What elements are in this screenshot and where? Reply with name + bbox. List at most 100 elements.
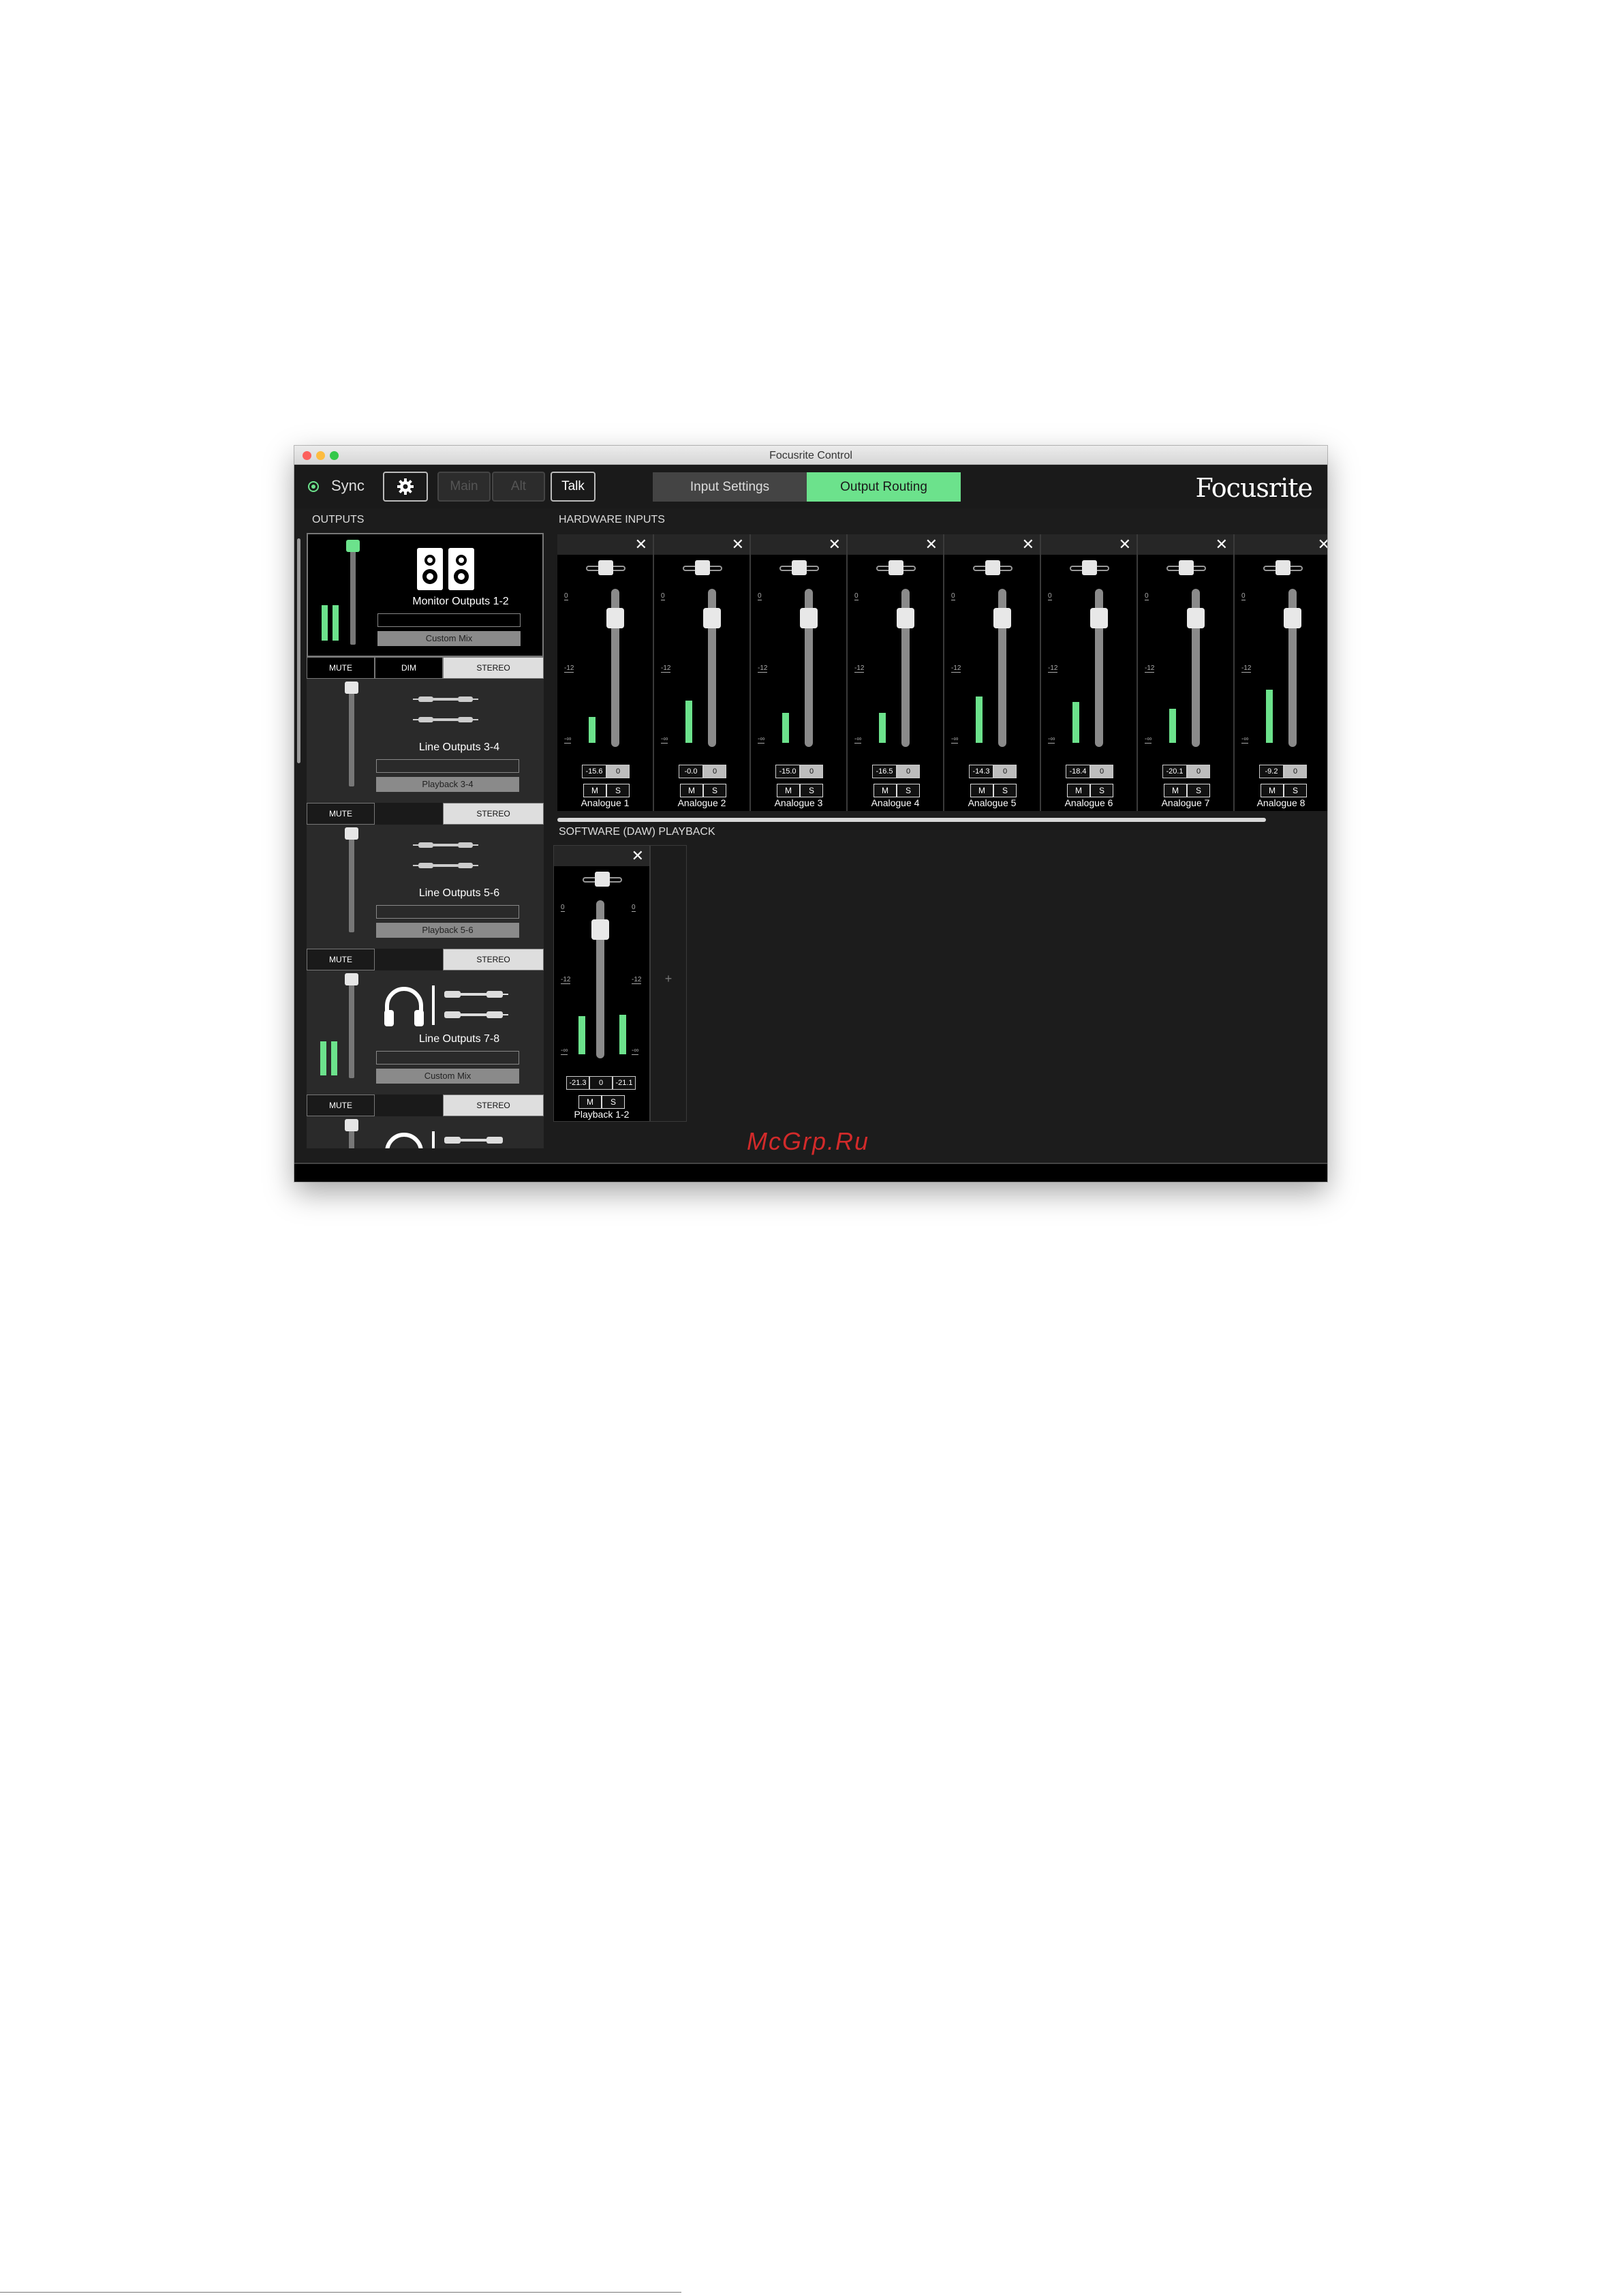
- output-name-field[interactable]: [376, 759, 519, 773]
- mute-button[interactable]: MUTE: [307, 949, 375, 970]
- pan-value[interactable]: 0: [993, 765, 1017, 778]
- output-card-line-7-8[interactable]: Line Outputs 7-8 Custom Mix: [307, 970, 544, 1095]
- pan-value[interactable]: 0: [897, 765, 920, 778]
- mute-button[interactable]: M: [680, 784, 703, 797]
- pan-value[interactable]: 0: [800, 765, 823, 778]
- stereo-button[interactable]: STEREO: [443, 949, 544, 970]
- output-fader-handle[interactable]: [345, 827, 358, 840]
- close-icon[interactable]: ✕: [1318, 534, 1327, 555]
- output-card-line-5-6[interactable]: Line Outputs 5-6 Playback 5-6: [307, 825, 544, 949]
- pan-value[interactable]: 0: [703, 765, 726, 778]
- solo-button[interactable]: S: [602, 1095, 625, 1109]
- tab-input-settings[interactable]: Input Settings: [653, 472, 807, 502]
- pan-handle[interactable]: [985, 560, 1000, 575]
- pan-value[interactable]: 0: [1090, 765, 1113, 778]
- mute-button[interactable]: M: [874, 784, 897, 797]
- level-value[interactable]: -18.4: [1066, 765, 1090, 778]
- close-icon[interactable]: ✕: [732, 534, 744, 555]
- output-card-partial[interactable]: [307, 1116, 544, 1148]
- output-name-field[interactable]: [376, 1051, 519, 1065]
- pan-value[interactable]: 0: [589, 1076, 613, 1090]
- mute-button[interactable]: M: [1067, 784, 1090, 797]
- pan-handle[interactable]: [598, 560, 613, 575]
- output-source-select[interactable]: Custom Mix: [376, 1069, 519, 1084]
- fader-handle[interactable]: [606, 608, 624, 628]
- mute-button[interactable]: MUTE: [307, 657, 375, 679]
- close-icon[interactable]: ✕: [1216, 534, 1228, 555]
- pan-value[interactable]: 0: [1187, 765, 1210, 778]
- mute-button[interactable]: M: [578, 1095, 602, 1109]
- output-fader-handle[interactable]: [345, 682, 358, 694]
- fader-handle[interactable]: [1284, 608, 1301, 628]
- level-value[interactable]: -15.0: [775, 765, 800, 778]
- stereo-button[interactable]: STEREO: [443, 803, 544, 825]
- add-channel-slot[interactable]: +: [650, 845, 687, 1122]
- output-source-select[interactable]: Playback 3-4: [376, 777, 519, 792]
- fader-handle[interactable]: [897, 608, 914, 628]
- solo-button[interactable]: S: [993, 784, 1017, 797]
- mute-button[interactable]: M: [970, 784, 993, 797]
- pan-handle[interactable]: [1082, 560, 1097, 575]
- inputs-horizontal-scrollbar[interactable]: [557, 818, 1266, 822]
- mute-button[interactable]: MUTE: [307, 1095, 375, 1116]
- output-fader-handle[interactable]: [345, 1119, 358, 1131]
- close-icon[interactable]: ✕: [925, 534, 938, 555]
- fader-handle[interactable]: [800, 608, 818, 628]
- close-icon[interactable]: ✕: [635, 534, 647, 555]
- fader-handle[interactable]: [1187, 608, 1205, 628]
- fader-handle[interactable]: [591, 919, 609, 940]
- output-fader-handle[interactable]: [346, 540, 360, 552]
- close-icon[interactable]: ✕: [829, 534, 841, 555]
- output-card-line-3-4[interactable]: Line Outputs 3-4 Playback 3-4: [307, 679, 544, 803]
- mute-button[interactable]: M: [1164, 784, 1187, 797]
- output-name-field[interactable]: [376, 905, 519, 919]
- output-card-monitor[interactable]: Monitor Outputs 1-2 Custom Mix: [307, 533, 544, 657]
- mute-button[interactable]: M: [1261, 784, 1284, 797]
- output-source-select[interactable]: Custom Mix: [377, 631, 521, 646]
- main-button[interactable]: Main: [437, 472, 491, 502]
- level-value-right[interactable]: -21.1: [613, 1076, 636, 1090]
- mute-button[interactable]: M: [777, 784, 800, 797]
- output-name-field[interactable]: [377, 613, 521, 627]
- pan-handle[interactable]: [1276, 560, 1290, 575]
- solo-button[interactable]: S: [1090, 784, 1113, 797]
- stereo-button[interactable]: STEREO: [443, 1095, 544, 1116]
- add-channel-button[interactable]: +: [651, 972, 686, 986]
- solo-button[interactable]: S: [606, 784, 630, 797]
- pan-handle[interactable]: [888, 560, 903, 575]
- level-value[interactable]: -14.3: [969, 765, 993, 778]
- close-icon[interactable]: ✕: [632, 846, 644, 866]
- mute-button[interactable]: M: [583, 784, 606, 797]
- fader-handle[interactable]: [1090, 608, 1108, 628]
- solo-button[interactable]: S: [703, 784, 726, 797]
- level-value[interactable]: -20.1: [1162, 765, 1187, 778]
- solo-button[interactable]: S: [1187, 784, 1210, 797]
- talk-button[interactable]: Talk: [551, 472, 596, 502]
- pan-value[interactable]: 0: [1284, 765, 1307, 778]
- solo-button[interactable]: S: [897, 784, 920, 797]
- tab-output-routing[interactable]: Output Routing: [807, 472, 961, 502]
- outputs-scrollbar[interactable]: [297, 538, 300, 763]
- close-icon[interactable]: ✕: [1119, 534, 1131, 555]
- level-value[interactable]: -0.0: [679, 765, 703, 778]
- dim-button[interactable]: DIM: [375, 657, 443, 679]
- settings-button[interactable]: [383, 472, 428, 502]
- output-fader-handle[interactable]: [345, 973, 358, 985]
- close-icon[interactable]: ✕: [1022, 534, 1034, 555]
- pan-handle[interactable]: [1179, 560, 1194, 575]
- alt-button[interactable]: Alt: [492, 472, 545, 502]
- pan-handle[interactable]: [595, 872, 610, 887]
- solo-button[interactable]: S: [1284, 784, 1307, 797]
- solo-button[interactable]: S: [800, 784, 823, 797]
- pan-handle[interactable]: [792, 560, 807, 575]
- level-value[interactable]: -15.6: [582, 765, 606, 778]
- mute-button[interactable]: MUTE: [307, 803, 375, 825]
- pan-value[interactable]: 0: [606, 765, 630, 778]
- pan-handle[interactable]: [695, 560, 710, 575]
- stereo-button[interactable]: STEREO: [443, 657, 544, 679]
- level-value[interactable]: -9.2: [1259, 765, 1284, 778]
- output-source-select[interactable]: Playback 5-6: [376, 923, 519, 938]
- fader-handle[interactable]: [703, 608, 721, 628]
- level-value-left[interactable]: -21.3: [566, 1076, 589, 1090]
- level-value[interactable]: -16.5: [872, 765, 897, 778]
